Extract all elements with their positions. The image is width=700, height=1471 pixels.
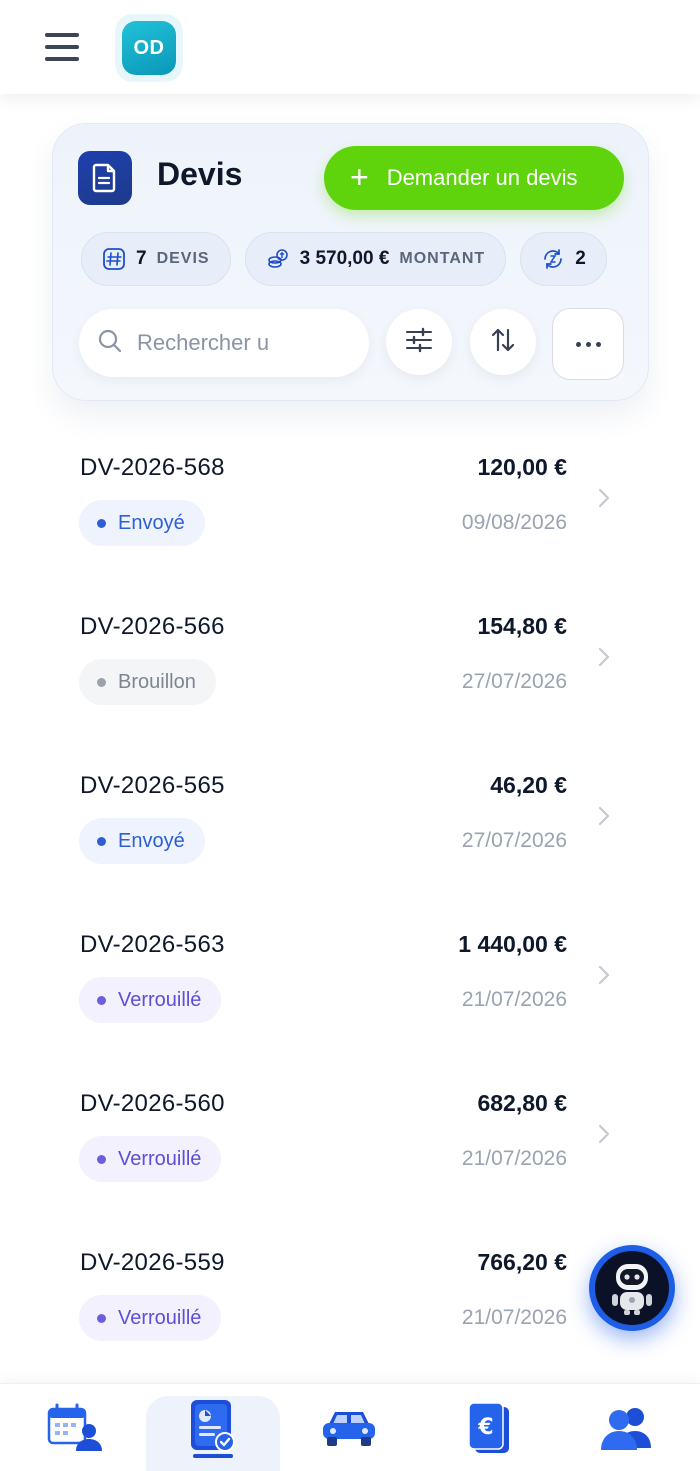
stat-chip-amount[interactable]: 3 570,00 € MONTANT: [244, 232, 507, 286]
page-title: Devis: [157, 156, 243, 192]
avatar-initials: OD: [122, 21, 176, 75]
status-label: Verrouillé: [118, 988, 202, 1011]
stat-chip-count[interactable]: 7 DEVIS: [81, 232, 231, 286]
stats-chips: 7 DEVIS 3 570,00 € MONTANT 2: [81, 232, 623, 288]
car-icon: [323, 1412, 375, 1446]
cycle-icon: [541, 247, 565, 271]
quote-amount: 1 440,00 €: [458, 931, 567, 957]
quote-amount: 682,80 €: [477, 1090, 567, 1116]
quote-date: 27/07/2026: [461, 670, 567, 693]
sort-arrows-icon: [489, 326, 517, 359]
quote-amount: 766,20 €: [477, 1249, 567, 1275]
status-badge: Verrouillé: [79, 1295, 222, 1341]
status-badge: Verrouillé: [79, 977, 222, 1023]
stat-chip-cycle[interactable]: 2: [520, 232, 607, 286]
more-icon: [575, 341, 601, 347]
calendar-user-icon: [47, 1403, 102, 1451]
euro-invoice-icon: €: [468, 1402, 509, 1453]
filter-button[interactable]: [386, 309, 452, 375]
status-label: Verrouillé: [118, 1306, 202, 1329]
status-badge: Envoyé: [79, 818, 205, 864]
quote-date: 09/08/2026: [461, 511, 567, 534]
nav-clients[interactable]: [571, 1384, 681, 1471]
quote-reference: DV-2026-563: [80, 931, 225, 958]
nav-invoices[interactable]: €: [433, 1384, 543, 1471]
assistant-button[interactable]: [589, 1245, 675, 1331]
quote-reference: DV-2026-566: [80, 613, 225, 640]
stat-amount-value: 3 570,00 €: [299, 248, 390, 269]
quote-row[interactable]: DV-2026-566 154,80 € Brouillon 27/07/202…: [0, 579, 700, 738]
svg-text:€: €: [477, 1415, 493, 1440]
quote-reference: DV-2026-560: [80, 1090, 225, 1117]
menu-icon[interactable]: [45, 33, 79, 61]
quote-amount: 120,00 €: [477, 454, 567, 480]
top-bar: OD: [0, 0, 700, 94]
plus-icon: +: [350, 159, 369, 195]
search-input[interactable]: [137, 330, 287, 356]
quotes-header-card: Devis + Demander un devis 7 DEVIS 3 570,…: [52, 123, 649, 401]
status-label: Verrouillé: [118, 1147, 202, 1170]
chevron-right-icon: [598, 488, 610, 508]
hash-icon: [102, 247, 126, 271]
nav-vehicles[interactable]: [294, 1384, 404, 1471]
stat-count-label: DEVIS: [156, 250, 210, 267]
more-options-button[interactable]: [552, 308, 624, 380]
quote-date: 27/07/2026: [461, 829, 567, 852]
quote-reference: DV-2026-568: [80, 454, 225, 481]
quote-amount: 46,20 €: [490, 772, 567, 798]
status-label: Envoyé: [118, 511, 185, 534]
bottom-navigation: €: [0, 1383, 700, 1471]
quote-date: 21/07/2026: [461, 1306, 567, 1329]
chevron-right-icon: [598, 806, 610, 826]
quote-row[interactable]: DV-2026-568 120,00 € Envoyé 09/08/2026: [0, 420, 700, 579]
search-icon: [97, 328, 123, 359]
request-quote-button[interactable]: + Demander un devis: [324, 146, 624, 210]
quotes-list: DV-2026-568 120,00 € Envoyé 09/08/2026 D…: [0, 420, 700, 1374]
status-badge: Brouillon: [79, 659, 216, 705]
stat-count-value: 7: [136, 248, 147, 269]
robot-icon: [595, 1251, 669, 1325]
quote-date: 21/07/2026: [461, 988, 567, 1011]
avatar[interactable]: OD: [115, 14, 183, 82]
quote-date: 21/07/2026: [461, 1147, 567, 1170]
sort-button[interactable]: [470, 309, 536, 375]
quote-reference: DV-2026-565: [80, 772, 225, 799]
quote-document-icon: [191, 1400, 235, 1458]
stat-amount-label: MONTANT: [399, 250, 486, 267]
request-quote-label: Demander un devis: [386, 165, 578, 190]
document-icon: [78, 151, 132, 205]
search-field[interactable]: [79, 309, 369, 377]
quote-row[interactable]: DV-2026-563 1 440,00 € Verrouillé 21/07/…: [0, 897, 700, 1056]
chevron-right-icon: [598, 1124, 610, 1144]
status-badge: Envoyé: [79, 500, 205, 546]
status-badge: Verrouillé: [79, 1136, 222, 1182]
chevron-right-icon: [598, 647, 610, 667]
chevron-right-icon: [598, 965, 610, 985]
quote-reference: DV-2026-559: [80, 1249, 225, 1276]
quote-row[interactable]: DV-2026-565 46,20 € Envoyé 27/07/2026: [0, 738, 700, 897]
status-label: Envoyé: [118, 829, 185, 852]
stat-cycle-value: 2: [575, 248, 586, 269]
quote-amount: 154,80 €: [477, 613, 567, 639]
status-label: Brouillon: [118, 670, 196, 693]
sliders-icon: [405, 327, 433, 358]
nav-quotes[interactable]: [158, 1384, 268, 1471]
nav-appointments[interactable]: [20, 1384, 130, 1471]
users-icon: [601, 1408, 651, 1450]
quote-row[interactable]: DV-2026-560 682,80 € Verrouillé 21/07/20…: [0, 1056, 700, 1215]
coins-icon: [266, 247, 290, 271]
